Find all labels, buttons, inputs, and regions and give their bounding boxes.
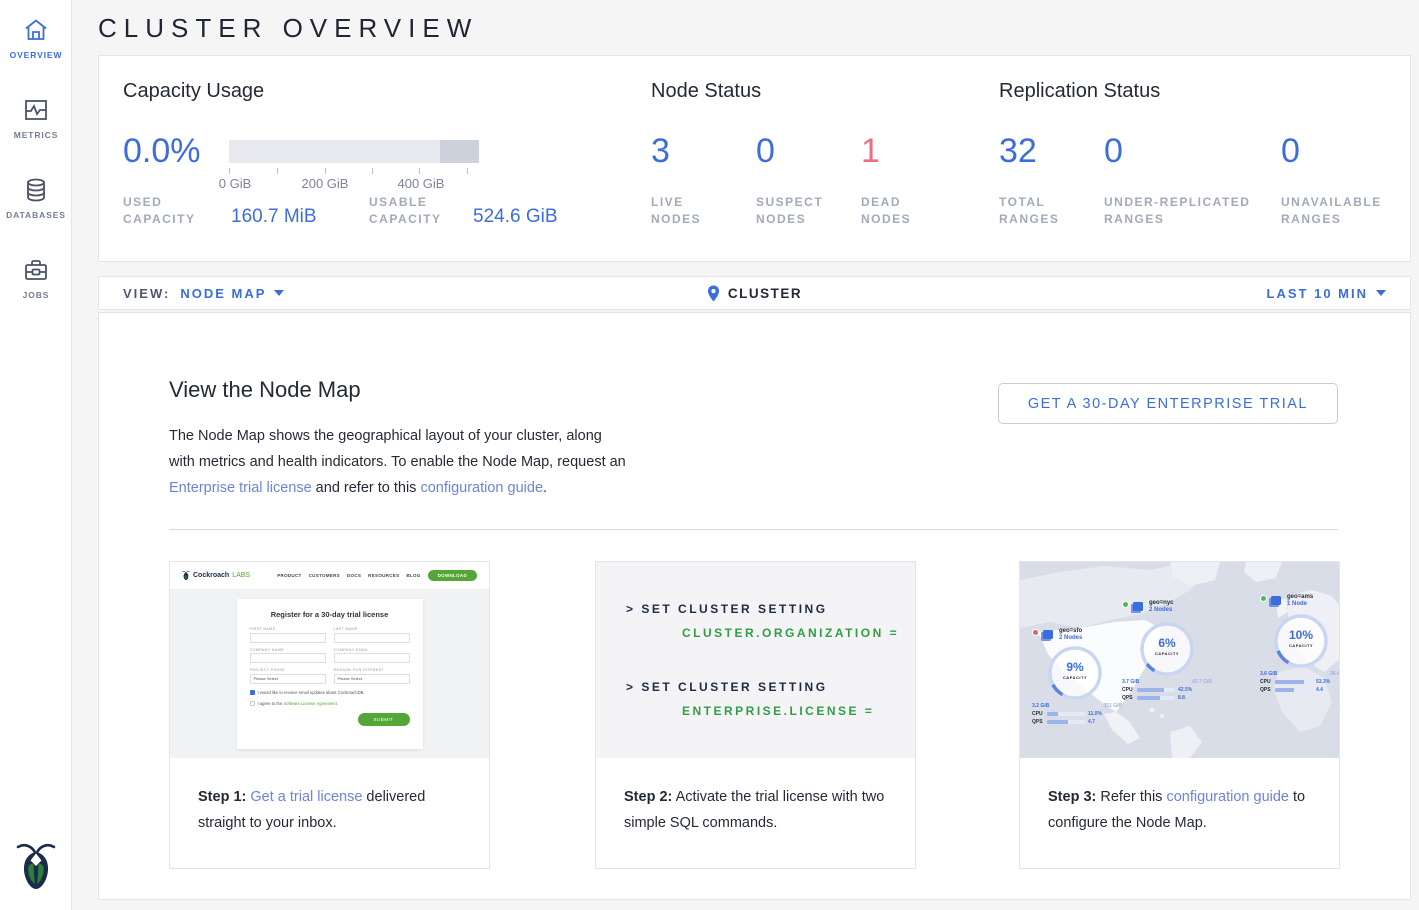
step-1-caption: Step 1: Get a trial license delivered st… (170, 758, 489, 836)
used-capacity-label: USED CAPACITY (123, 194, 209, 228)
sidebar-item-label: OVERVIEW (10, 50, 63, 60)
cluster-summary-panel: Capacity Usage 0.0% 0 GiB 200 GiB 400 Gi… (98, 55, 1411, 262)
total-ranges-label: TOTAL RANGES (999, 194, 1071, 228)
cluster-overview-page: OVERVIEW METRICS DATABASES JOBS (0, 0, 1419, 910)
get-trial-license-link[interactable]: Get a trial license (250, 789, 362, 805)
capacity-percent: 0.0% (123, 132, 201, 171)
dead-nodes-label: DEAD NODES (861, 194, 923, 228)
capacity-axis-tick: 0 GiB (219, 176, 252, 191)
sidebar-item-label: DATABASES (6, 210, 66, 220)
site-nav-item: RESOURCES (368, 573, 399, 578)
description-text: The Node Map shows the geographical layo… (169, 428, 626, 470)
replication-status-title: Replication Status (999, 80, 1160, 103)
sidebar-item-label: JOBS (23, 290, 50, 300)
unavailable-ranges-value: 0 (1281, 132, 1300, 171)
sql-commands-illustration: > SET CLUSTER SETTING CLUSTER.ORGANIZATI… (596, 562, 915, 758)
time-range-value: LAST 10 MIN (1267, 286, 1368, 301)
node-status-title: Node Status (651, 80, 761, 103)
step-3-card: geo=sfo2 Nodes 9% CAPACITY 3.2 GiB351 Gi… (1019, 561, 1340, 869)
map-node-nyc: geo=nyc2 Nodes 6% CAPACITY 3.7 GiB43.7 G… (1122, 600, 1212, 701)
sidebar-item-metrics[interactable]: METRICS (0, 97, 72, 140)
cockroach-logo (16, 840, 56, 892)
jobs-icon (23, 257, 49, 283)
node-status-ok-icon (1122, 601, 1129, 608)
site-nav-item: PRODUCT (277, 573, 301, 578)
trial-form-title: Register for a 30-day trial license (250, 610, 410, 619)
databases-icon (23, 177, 49, 203)
unavailable-ranges-label: UNAVAILABLE RANGES (1281, 194, 1401, 228)
map-node-sfo: geo=sfo2 Nodes 9% CAPACITY 3.2 GiB351 Gi… (1032, 628, 1122, 725)
site-nav-item: CUSTOMERS (309, 573, 340, 578)
sidebar-item-overview[interactable]: OVERVIEW (0, 17, 72, 60)
capacity-axis-tick: 400 GiB (398, 176, 445, 191)
capacity-bar (229, 140, 479, 163)
cockroach-labs-brand: Cockroach LABS (182, 570, 250, 581)
step-2-card: > SET CLUSTER SETTING CLUSTER.ORGANIZATI… (595, 561, 916, 869)
step-2-caption: Step 2: Activate the trial license with … (596, 758, 915, 836)
live-nodes-label: LIVE NODES (651, 194, 723, 228)
capacity-bar-reserved-segment (440, 140, 479, 163)
node-map-description: The Node Map shows the geographical layo… (169, 423, 631, 501)
page-title: CLUSTER OVERVIEW (98, 13, 478, 44)
suspect-nodes-label: SUSPECT NODES (756, 194, 838, 228)
checkbox-checked-icon (250, 690, 255, 695)
time-range-dropdown[interactable]: LAST 10 MIN (1267, 286, 1386, 301)
enterprise-trial-license-link[interactable]: Enterprise trial license (169, 480, 312, 496)
site-submit-button: SUBMIT (358, 713, 410, 726)
map-node-ams: geo=ams1 Node 10% CAPACITY 3.6 GiB36.4 G… (1260, 594, 1339, 693)
checkbox-icon (250, 701, 255, 706)
node-status-ok-icon (1260, 595, 1267, 602)
node-map-heading: View the Node Map (169, 377, 361, 403)
total-ranges-value: 32 (999, 132, 1037, 171)
node-icon (1271, 596, 1281, 605)
under-replicated-ranges-value: 0 (1104, 132, 1123, 171)
breadcrumb-cluster: CLUSTER (728, 286, 802, 301)
trial-site-screenshot: Cockroach LABS PRODUCT CUSTOMERS DOCS RE… (170, 562, 489, 758)
suspect-nodes-value: 0 (756, 132, 775, 171)
used-capacity-value: 160.7 MiB (231, 206, 317, 228)
enterprise-trial-button[interactable]: GET A 30-DAY ENTERPRISE TRIAL (998, 383, 1338, 424)
metrics-icon (23, 97, 49, 123)
sidebar: OVERVIEW METRICS DATABASES JOBS (0, 0, 72, 910)
capacity-usage-title: Capacity Usage (123, 80, 264, 103)
node-map-preview: geo=sfo2 Nodes 9% CAPACITY 3.2 GiB351 Gi… (1020, 562, 1339, 758)
under-replicated-ranges-label: UNDER-REPLICATED RANGES (1104, 194, 1269, 228)
site-nav-item: DOCS (347, 573, 361, 578)
node-icon (1133, 602, 1143, 611)
live-nodes-value: 3 (651, 132, 670, 171)
sidebar-item-label: METRICS (14, 130, 59, 140)
capacity-axis-tick: 200 GiB (302, 176, 349, 191)
step-1-card: Cockroach LABS PRODUCT CUSTOMERS DOCS RE… (169, 561, 490, 869)
usable-capacity-value: 524.6 GiB (473, 206, 558, 228)
view-bar: VIEW: NODE MAP CLUSTER LAST 10 MIN (98, 276, 1411, 310)
node-status-warning-icon (1032, 629, 1039, 636)
description-text: and refer to this (312, 480, 421, 496)
breadcrumb: CLUSTER (99, 285, 1410, 302)
step-3-caption: Step 3: Refer this configuration guide t… (1020, 758, 1339, 836)
chevron-down-icon (1376, 290, 1386, 296)
configuration-guide-link[interactable]: configuration guide (1166, 789, 1289, 805)
home-icon (23, 17, 49, 43)
usable-capacity-label: USABLE CAPACITY (369, 194, 455, 228)
configuration-guide-link[interactable]: configuration guide (420, 480, 543, 496)
dead-nodes-value: 1 (861, 132, 880, 171)
sidebar-item-databases[interactable]: DATABASES (0, 177, 72, 220)
sidebar-item-jobs[interactable]: JOBS (0, 257, 72, 300)
divider (169, 529, 1338, 530)
site-nav-item: BLOG (406, 573, 420, 578)
map-pin-icon (707, 285, 720, 302)
site-download-button: DOWNLOAD (428, 570, 477, 581)
node-map-panel: View the Node Map The Node Map shows the… (98, 312, 1411, 900)
node-icon (1043, 630, 1053, 639)
description-text: . (543, 480, 547, 496)
